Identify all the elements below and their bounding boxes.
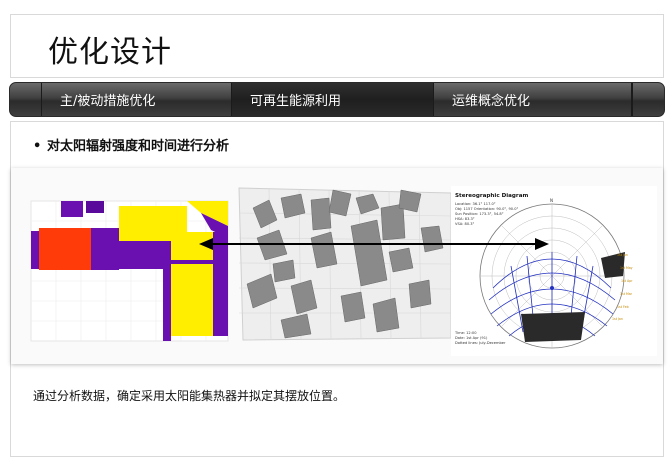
stereo-north-label: N	[550, 198, 553, 203]
analysis-caption: 通过分析数据，确定采用太阳能集热器并拟定其摆放位置。	[33, 389, 346, 403]
bullet-icon: •	[33, 139, 42, 154]
analysis-heading: • 对太阳辐射强度和时间进行分析	[33, 135, 229, 154]
tab-passive-active-measures[interactable]: 主/被动措施优化	[42, 83, 232, 116]
tab-bar-left-cap	[10, 83, 42, 116]
stereo-month-label: 1st Jan	[612, 317, 623, 321]
stereo-info-line: Location: 36.1° 117.0°	[455, 202, 496, 206]
analysis-image-strip: Stereographic Diagram Location: 36.1° 11…	[11, 168, 663, 364]
tab-bar-right-cap	[632, 83, 664, 116]
stereo-info-line: VSA: 80.3°	[455, 222, 475, 226]
stereo-title: Stereographic Diagram	[455, 193, 528, 199]
analysis-figures: Stereographic Diagram Location: 36.1° 11…	[30, 186, 657, 356]
stereo-info-line: Sun Position: 173.3°, 54.8°	[455, 212, 504, 216]
stereographic-diagram-image: Stereographic Diagram Location: 36.1° 11…	[451, 186, 657, 356]
radiation-model-image	[30, 200, 229, 342]
stereo-info-line: HSA: 83.3°	[455, 217, 475, 221]
stereo-info-line: Obj: 1157 Orientation: 90.0°, 90.0°	[455, 207, 518, 211]
stereo-month-label: 1st Jun	[617, 253, 628, 257]
page-title: 优化设计	[48, 35, 172, 70]
stereo-footer-line: Time: 12:00	[454, 331, 477, 335]
stereo-footer-line: Dotted lines: July-December	[455, 341, 506, 345]
analysis-heading-text: 对太阳辐射强度和时间进行分析	[47, 139, 230, 154]
stereo-month-label: 1st Mar	[620, 292, 633, 296]
title-panel: 优化设计	[10, 14, 664, 78]
tab-operation-concept[interactable]: 运维概念优化	[434, 83, 632, 116]
tab-renewable-energy[interactable]: 可再生能源利用	[232, 83, 434, 116]
tab-bar: 主/被动措施优化 可再生能源利用 运维概念优化	[9, 82, 665, 117]
stereo-footer-line: Date: 1st Apr (91)	[455, 336, 488, 340]
stereo-month-label: 1st Feb	[617, 305, 629, 309]
massing-model-image	[238, 187, 452, 341]
stereo-month-label: 1st Apr	[621, 279, 633, 283]
stereo-month-label: 1st May	[620, 266, 633, 270]
content-panel: • 对太阳辐射强度和时间进行分析 Stereographic Diagram L…	[10, 121, 664, 457]
